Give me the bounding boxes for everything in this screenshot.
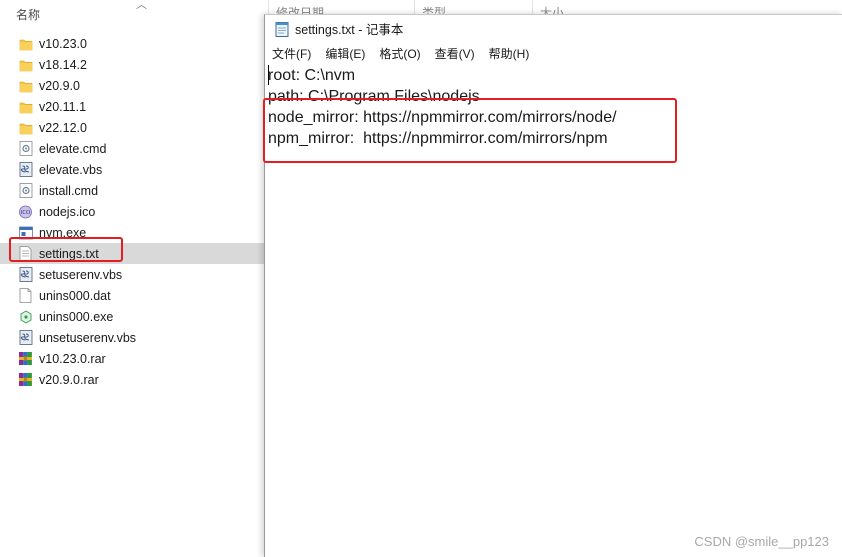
folder-icon (18, 36, 33, 51)
file-item[interactable]: unins000.dat (0, 285, 264, 306)
file-name: nodejs.ico (39, 204, 96, 219)
mirror-highlight-box (263, 98, 677, 163)
file-list: v10.23.0 v18.14.2 v20.9.0 v20.11.1 v22.12.0 e… (0, 33, 264, 390)
file-name: v10.23.0.rar (39, 351, 106, 366)
window-title: settings.txt - 记事本 (295, 23, 404, 37)
file-name: v20.11.1 (39, 99, 87, 114)
menu-file[interactable]: 文件(F) (272, 44, 311, 63)
ico-file-icon: ICO (18, 204, 33, 219)
file-item[interactable]: elevate.vbs (0, 159, 264, 180)
file-name: v22.12.0 (39, 120, 87, 135)
file-item[interactable]: ICO nodejs.ico (0, 201, 264, 222)
file-name: unins000.exe (39, 309, 114, 324)
file-item[interactable]: v18.14.2 (0, 54, 264, 75)
svg-text:ICO: ICO (21, 210, 31, 216)
selection-highlight-box (9, 237, 123, 262)
file-name: v18.14.2 (39, 57, 87, 72)
file-item[interactable]: setuserenv.vbs (0, 264, 264, 285)
text-line: root: C:\nvm (268, 67, 356, 84)
sort-up-icon: ︿ (136, 0, 147, 11)
blank-file-icon (18, 288, 33, 303)
file-name: unins000.dat (39, 288, 111, 303)
file-item[interactable]: v20.9.0.rar (0, 369, 264, 390)
menu-format[interactable]: 格式(O) (379, 44, 420, 63)
file-name: v10.23.0 (39, 36, 87, 51)
rar-archive-icon (18, 372, 33, 387)
file-item[interactable]: elevate.cmd (0, 138, 264, 159)
cmd-file-icon (18, 141, 33, 156)
title-bar[interactable]: settings.txt - 记事本 (265, 15, 842, 42)
file-item[interactable]: v20.11.1 (0, 96, 264, 117)
file-item[interactable]: v20.9.0 (0, 75, 264, 96)
folder-icon (18, 57, 33, 72)
file-name: elevate.vbs (39, 162, 103, 177)
file-item[interactable]: unsetuserenv.vbs (0, 327, 264, 348)
column-name-header[interactable]: 名称 (16, 6, 40, 23)
menu-bar: 文件(F) 编辑(E) 格式(O) 查看(V) 帮助(H) (265, 42, 842, 64)
notepad-window: settings.txt - 记事本 文件(F) 编辑(E) 格式(O) 查看(… (263, 14, 842, 557)
file-item[interactable]: unins000.exe (0, 306, 264, 327)
text-editor[interactable]: root: C:\nvm path: C:\Program Files\node… (263, 65, 842, 555)
menu-help[interactable]: 帮助(H) (489, 44, 530, 63)
folder-icon (18, 78, 33, 93)
file-name: v20.9.0 (39, 78, 81, 93)
menu-view[interactable]: 查看(V) (435, 44, 475, 63)
file-item[interactable]: install.cmd (0, 180, 264, 201)
installer-icon (18, 309, 33, 324)
file-name: install.cmd (39, 183, 99, 198)
script-file-icon (18, 330, 33, 345)
file-name: v20.9.0.rar (39, 372, 99, 387)
file-item[interactable]: v10.23.0.rar (0, 348, 264, 369)
file-item[interactable]: v22.12.0 (0, 117, 264, 138)
file-name: unsetuserenv.vbs (39, 330, 137, 345)
file-item[interactable]: v10.23.0 (0, 33, 264, 54)
rar-archive-icon (18, 351, 33, 366)
file-name: elevate.cmd (39, 141, 107, 156)
cmd-file-icon (18, 183, 33, 198)
notepad-icon (275, 21, 289, 37)
script-file-icon (18, 162, 33, 177)
script-file-icon (18, 267, 33, 282)
folder-icon (18, 120, 33, 135)
watermark: CSDN @smile__pp123 (694, 534, 829, 549)
folder-icon (18, 99, 33, 114)
menu-edit[interactable]: 编辑(E) (325, 44, 365, 63)
file-name: setuserenv.vbs (39, 267, 123, 282)
